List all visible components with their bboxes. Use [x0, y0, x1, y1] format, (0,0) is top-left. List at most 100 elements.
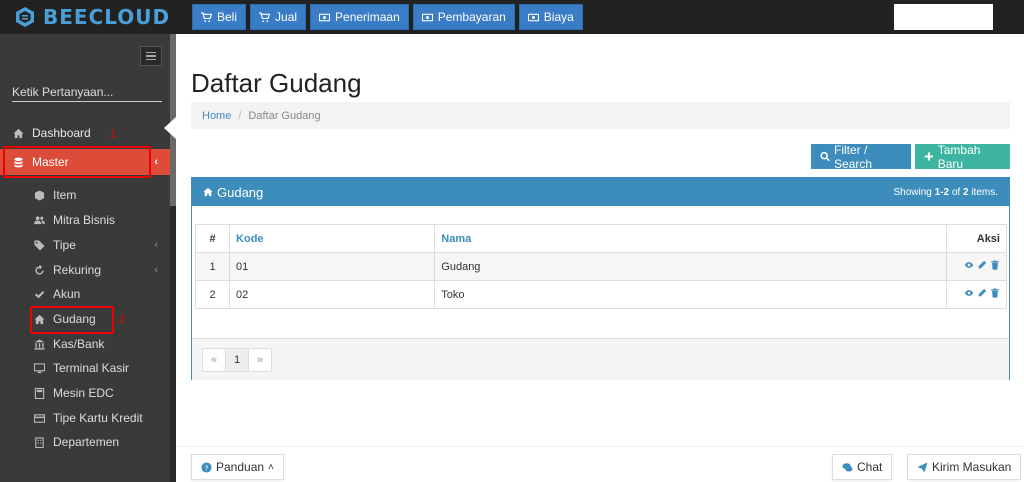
users-icon — [33, 214, 45, 226]
add-new-label: Tambah Baru — [937, 142, 981, 171]
monitor-icon — [33, 362, 45, 374]
edit-pencil-icon[interactable] — [977, 288, 987, 298]
breadcrumb-separator: / — [238, 109, 242, 122]
chevron-up-icon: ˄ — [268, 461, 274, 473]
top-bar: BEECLOUD Beli Jual Penerimaan Pembayaran… — [0, 0, 1024, 34]
cart-icon — [201, 11, 212, 22]
search-input[interactable] — [12, 84, 167, 99]
gudang-table: # Kode Nama Aksi 1 01 Gudang 2 02 Toko — [194, 224, 1008, 309]
cell-nama: Gudang — [434, 252, 947, 281]
home-icon — [203, 187, 213, 197]
annotation-number: 2 — [119, 314, 126, 326]
cart-icon — [259, 11, 271, 22]
penerimaan-button[interactable]: Penerimaan — [310, 4, 409, 30]
cell-actions — [945, 252, 1008, 281]
annotation-number: 1 — [110, 128, 117, 140]
top-nav: Beli Jual Penerimaan Pembayaran Biaya — [192, 4, 583, 30]
filter-search-button[interactable]: Filter / Search — [811, 142, 911, 171]
pagination-next[interactable]: » — [248, 348, 272, 372]
calculator-icon — [33, 387, 45, 399]
delete-trash-icon[interactable] — [990, 288, 1000, 298]
biaya-button[interactable]: Biaya — [518, 4, 583, 30]
biaya-label: Biaya — [543, 10, 574, 24]
sidebar-item-label: Rekuring — [53, 263, 102, 277]
filter-search-label: Filter / Search — [834, 142, 873, 171]
jual-button[interactable]: Jual — [250, 4, 307, 30]
beli-label: Beli — [217, 10, 238, 24]
send-feedback-label: Kirim Masukan — [932, 460, 1012, 474]
sidebar-item-label: Tipe — [53, 238, 76, 252]
sidebar-item-item[interactable]: Item — [0, 183, 170, 207]
app-logo[interactable]: BEECLOUD — [14, 5, 170, 29]
search-icon — [820, 151, 830, 162]
sidebar-item-label: Tipe Kartu Kredit — [53, 411, 143, 425]
page-footer: ? Panduan ˄ Chat Kirim Masukan — [176, 446, 1024, 482]
app-name: BEECLOUD — [43, 5, 171, 29]
view-eye-icon[interactable] — [964, 288, 974, 298]
table-row: 1 01 Gudang — [194, 252, 1008, 281]
highlight-box-master — [3, 146, 151, 178]
bank-icon — [33, 338, 45, 350]
guide-button[interactable]: ? Panduan ˄ — [191, 454, 284, 480]
column-header-nama[interactable]: Nama — [434, 224, 947, 253]
column-header-aksi: Aksi — [945, 224, 1008, 253]
sidebar-item-terminal-kasir[interactable]: Terminal Kasir — [0, 356, 170, 380]
pembayaran-label: Pembayaran — [437, 10, 506, 24]
active-indicator-arrow — [164, 117, 176, 139]
sidebar-item-departemen[interactable]: Departemen — [0, 430, 170, 454]
plus-icon — [924, 152, 933, 161]
sidebar-item-label: Kas/Bank — [53, 337, 105, 351]
beli-button[interactable]: Beli — [192, 4, 247, 30]
panel-summary: Showing 1-2 of 2 items. — [893, 186, 998, 198]
chat-bubble-icon — [842, 462, 853, 471]
table-header-row: # Kode Nama Aksi — [194, 224, 1008, 253]
panel-footer: « 1 » — [192, 338, 1009, 380]
send-feedback-button[interactable]: Kirim Masukan — [907, 454, 1022, 480]
user-menu-area[interactable] — [894, 4, 993, 30]
breadcrumb-home-link[interactable]: Home — [202, 110, 231, 122]
sidebar-item-rekuring[interactable]: Rekuring ‹ — [0, 258, 170, 282]
sidebar-item-tipe[interactable]: Tipe ‹ — [0, 233, 170, 257]
home-icon — [12, 127, 24, 139]
highlight-box-gudang — [30, 306, 114, 334]
cell-kode: 01 — [229, 252, 436, 281]
sidebar-item-label: Mesin EDC — [53, 386, 114, 400]
column-header-number: # — [194, 224, 231, 253]
edit-pencil-icon[interactable] — [977, 260, 987, 270]
money-icon — [319, 13, 331, 21]
sidebar-item-mitra-bisnis[interactable]: Mitra Bisnis — [0, 208, 170, 232]
penerimaan-label: Penerimaan — [335, 10, 400, 24]
view-eye-icon[interactable] — [964, 260, 974, 270]
cell-number: 1 — [194, 252, 231, 281]
paper-plane-icon — [917, 461, 928, 473]
pagination-prev[interactable]: « — [202, 348, 226, 372]
delete-trash-icon[interactable] — [990, 260, 1000, 270]
sidebar-item-kas-bank[interactable]: Kas/Bank — [0, 332, 170, 356]
sidebar-item-akun[interactable]: Akun — [0, 282, 170, 306]
sidebar-item-label: Mitra Bisnis — [53, 213, 116, 227]
money-icon — [527, 13, 539, 21]
breadcrumb: Home / Daftar Gudang — [191, 102, 1010, 129]
building-icon — [33, 436, 45, 448]
sidebar-search — [12, 82, 167, 102]
pembayaran-button[interactable]: Pembayaran — [412, 4, 515, 30]
chat-button[interactable]: Chat — [832, 454, 893, 480]
svg-text:?: ? — [205, 463, 209, 472]
sidebar-item-label: Akun — [53, 287, 81, 301]
sidebar-toggle-button[interactable] — [140, 46, 162, 66]
cell-actions — [945, 280, 1008, 309]
cell-kode: 02 — [229, 280, 436, 309]
page-title: Daftar Gudang — [191, 68, 362, 98]
sidebar-item-tipe-kartu-kredit[interactable]: Tipe Kartu Kredit — [0, 406, 170, 430]
chevron-left-icon: ‹ — [154, 156, 158, 168]
refresh-icon — [33, 264, 45, 276]
column-header-kode[interactable]: Kode — [229, 224, 436, 253]
panel-header: Gudang Showing 1-2 of 2 items. — [192, 178, 1009, 206]
money-icon — [421, 13, 433, 21]
sidebar-item-dashboard[interactable]: Dashboard — [0, 121, 170, 145]
sidebar-item-mesin-edc[interactable]: Mesin EDC — [0, 381, 170, 405]
breadcrumb-current: Daftar Gudang — [248, 109, 321, 122]
add-new-button[interactable]: Tambah Baru — [915, 142, 1010, 171]
table-row: 2 02 Toko — [194, 280, 1008, 309]
pagination-page[interactable]: 1 — [225, 348, 249, 372]
